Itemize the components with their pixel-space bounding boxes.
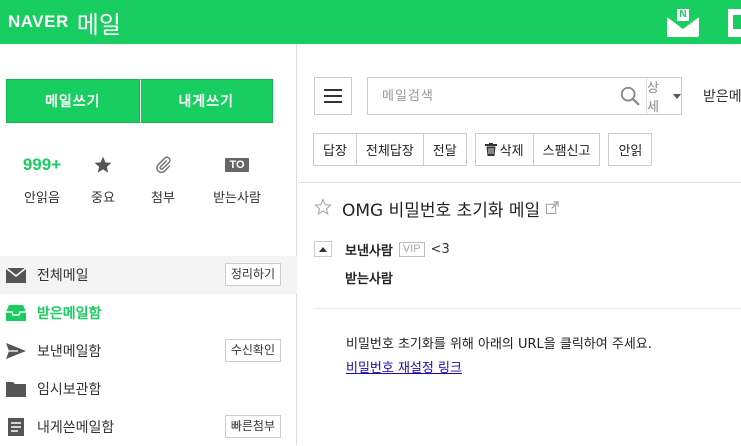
folder-label: 받은메일함 (37, 306, 102, 322)
reply-all-button[interactable]: 전체답장 (355, 133, 424, 166)
app-header: NAVER 메일 N (0, 0, 741, 44)
folder-sent[interactable]: 보낸메일함 수신확인 (0, 332, 297, 370)
folder-icon (6, 380, 26, 398)
header-divider (314, 308, 741, 309)
folder-label: 전체메일 (37, 268, 89, 284)
collapse-toggle[interactable] (314, 241, 332, 257)
hamburger-icon (324, 89, 342, 91)
sender-label: 보낸사람 (345, 243, 393, 259)
write-to-self-button[interactable]: 내게쓰기 (139, 79, 273, 123)
naver-mail-logo[interactable]: NAVER 메일 (8, 7, 121, 39)
compose-buttons: 메일쓰기 내게쓰기 (6, 79, 273, 123)
trash-icon (484, 143, 497, 156)
reset-password-link[interactable]: 비밀번호 재설정 링크 (346, 357, 462, 376)
compose-button[interactable]: 메일쓰기 (6, 79, 140, 123)
envelope-icon (6, 266, 26, 284)
delete-label: 삭제 (499, 144, 524, 159)
inbox-icon (6, 304, 26, 322)
delete-button[interactable]: 삭제 (474, 133, 534, 166)
folder-drafts[interactable]: 임시보관함 (0, 370, 297, 408)
paperclip-icon (128, 152, 198, 178)
send-icon (6, 342, 26, 360)
quick-attachment[interactable]: 첨부 (128, 152, 198, 206)
sender-name[interactable]: <3 (431, 242, 450, 257)
folder-all-mail[interactable]: 전체메일 정리하기 (0, 256, 297, 294)
folder-label: 보낸메일함 (37, 344, 102, 360)
folder-list: 전체메일 정리하기 받은메일함 보낸메일함 수신확인 임시보관함 내게쓴메일함 … (0, 256, 297, 446)
mark-unread-button[interactable]: 안읽 (608, 133, 653, 166)
vip-badge[interactable]: VIP (398, 241, 425, 257)
to-icon: TO (225, 158, 249, 172)
mail-subject-row: OMG 비밀번호 초기화 메일 (314, 196, 559, 221)
chevron-down-icon (673, 93, 681, 99)
external-link-icon[interactable] (546, 199, 559, 218)
mail-toolbar: 답장 전체답장 전달 삭제 스팸신고 안읽 (313, 133, 653, 166)
search-box: 상세 (367, 77, 682, 115)
star-icon[interactable] (314, 197, 332, 220)
toolbar-divider (298, 182, 741, 183)
service-name: 메일 (76, 10, 121, 39)
read-receipt-button[interactable]: 수신확인 (224, 339, 281, 362)
mail-view: 상세 받은메 답장 전체답장 전달 삭제 스팸신고 안읽 OMG 비밀번호 초기… (298, 44, 741, 445)
recipient-label: 받는사람 (345, 272, 393, 287)
search-input[interactable] (368, 78, 614, 114)
folder-label: 내게쓴메일함 (37, 420, 115, 436)
spam-report-button[interactable]: 스팸신고 (532, 133, 601, 166)
folder-inbox[interactable]: 받은메일함 (0, 294, 297, 332)
mail-body-text: 비밀번호 초기화를 위해 아래의 URL을 클릭하여 주세요. (346, 337, 652, 352)
mail-subject: OMG 비밀번호 초기화 메일 (342, 201, 541, 221)
quick-unread[interactable]: 999+ 안읽음 (7, 152, 77, 206)
quick-attach-button[interactable]: 빠른첨부 (224, 415, 281, 438)
detail-search-dropdown[interactable]: 상세 (646, 78, 681, 115)
unread-count: 999+ (22, 155, 62, 174)
menu-button[interactable] (314, 77, 352, 115)
reply-button[interactable]: 답장 (313, 133, 357, 166)
sidebar: 메일쓰기 내게쓰기 999+ 안읽음 중요 첨부 TO 받는사람 전체메일 정리… (0, 44, 297, 445)
note-icon (6, 418, 26, 436)
quick-unread-label: 안읽음 (24, 191, 60, 206)
organize-button[interactable]: 정리하기 (224, 263, 281, 286)
mail-meta: 보낸사람 VIP <3 받는사람 (314, 238, 450, 287)
app-icon[interactable] (728, 9, 741, 37)
chevron-up-icon (319, 246, 327, 252)
naver-mail-icon[interactable]: N (665, 7, 701, 37)
quick-to-me-label: 받는사람 (213, 191, 261, 206)
detail-search-label: 상세 (647, 81, 659, 115)
quick-filters: 999+ 안읽음 중요 첨부 TO 받는사람 (0, 152, 297, 212)
inbox-tab[interactable]: 받은메 (703, 86, 741, 106)
folder-label: 임시보관함 (37, 382, 102, 398)
quick-attachment-label: 첨부 (151, 191, 175, 206)
search-icon[interactable] (614, 78, 646, 114)
folder-self[interactable]: 내게쓴메일함 빠른첨부 (0, 408, 297, 446)
forward-button[interactable]: 전달 (422, 133, 467, 166)
brand-name: NAVER (8, 12, 69, 31)
quick-to-me[interactable]: TO 받는사람 (202, 152, 272, 206)
